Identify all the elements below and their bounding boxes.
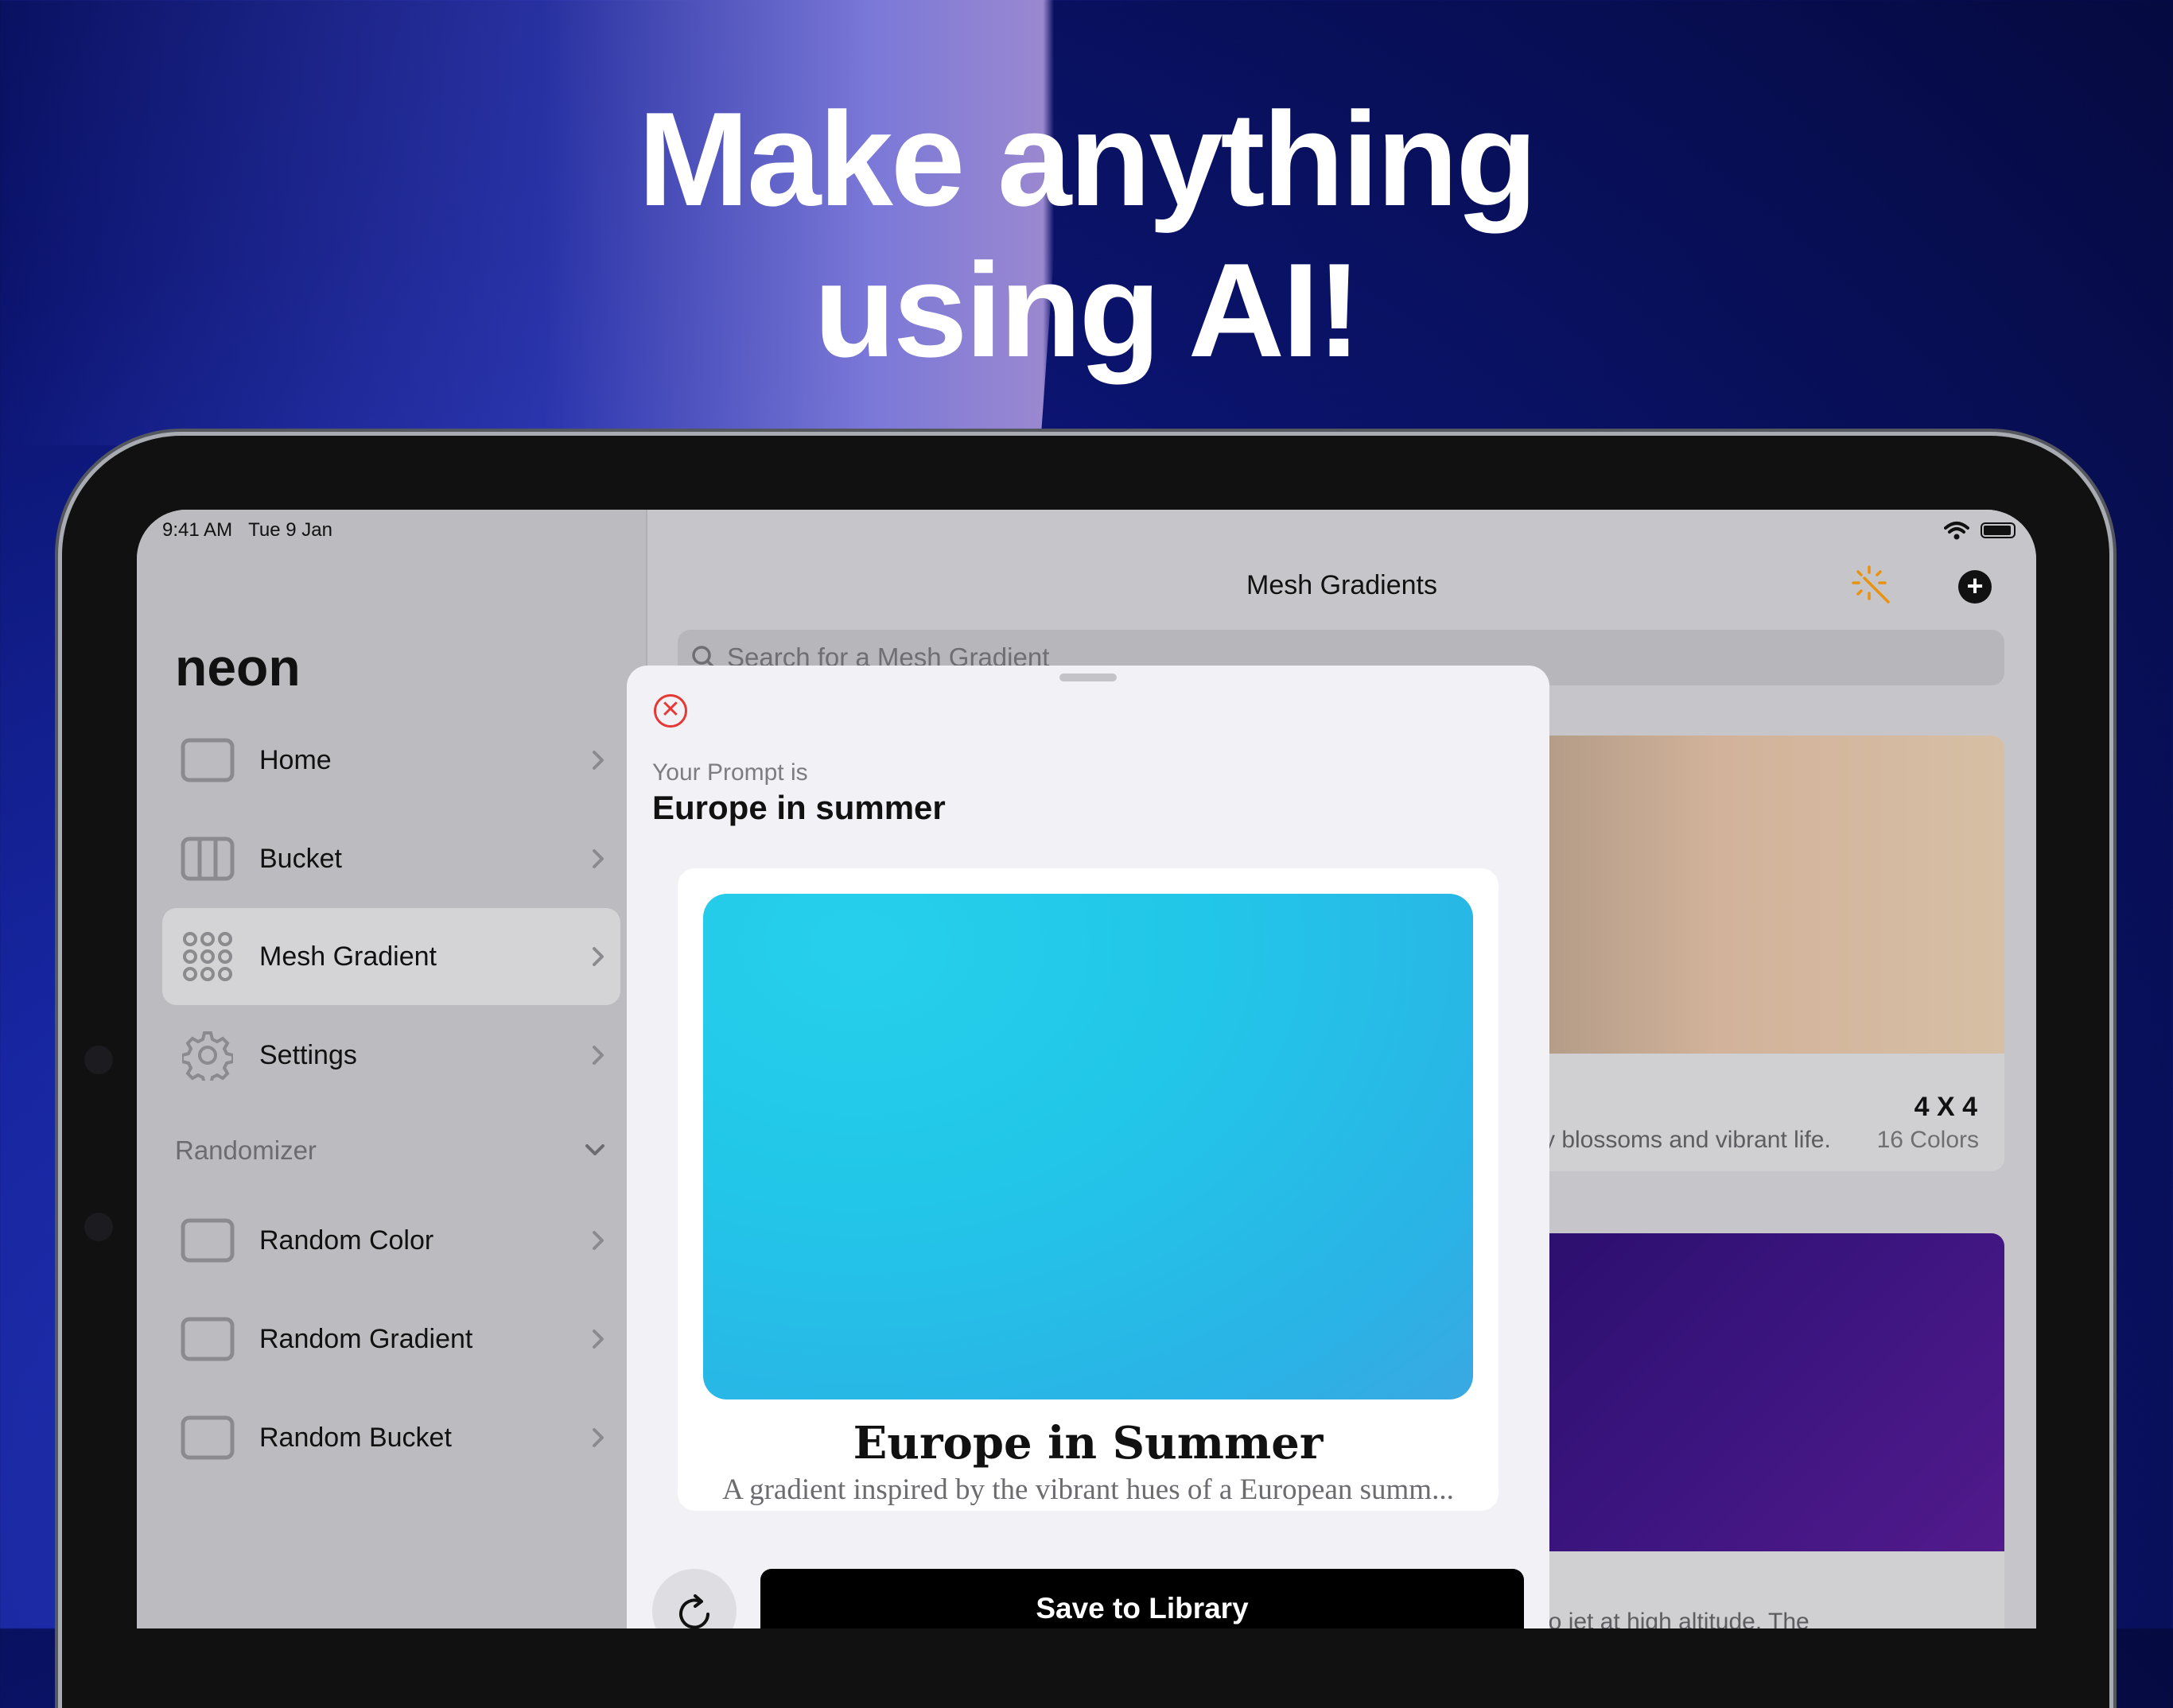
sidebar-item-label: Random Bucket [259, 1422, 452, 1453]
sidebar-item-mesh-gradient[interactable]: Mesh Gradient [162, 908, 620, 1005]
chevron-right-icon [593, 1330, 604, 1349]
camera-dot [84, 1046, 113, 1074]
sidebar-item-label: Bucket [259, 843, 342, 874]
close-button[interactable]: ✕ [654, 694, 687, 728]
gradient-card-preview [1527, 1233, 2004, 1551]
headline-line-2: using AI! [814, 235, 1361, 385]
square-icon [180, 1218, 235, 1263]
ai-result-sheet: ✕ Your Prompt is Europe in summer Europe… [627, 666, 1549, 1628]
dot-grid-icon [180, 932, 235, 981]
sidebar-item-label: Settings [259, 1039, 357, 1070]
page-title: Mesh Gradients [1246, 570, 1437, 600]
status-clock: 9:41 AM [162, 519, 233, 541]
sheet-grabber[interactable] [1059, 673, 1117, 681]
card-grid-size: 4 X 4 [1914, 1092, 1977, 1122]
chevron-right-icon [593, 1428, 604, 1447]
chevron-right-icon [593, 1046, 604, 1065]
gradient-card-preview [1527, 736, 2004, 1054]
status-date: Tue 9 Jan [248, 519, 332, 541]
close-icon: ✕ [660, 697, 681, 723]
chevron-down-icon[interactable] [584, 1142, 606, 1158]
square-icon [180, 1415, 235, 1460]
sidebar-item-random-color[interactable]: Random Color [162, 1192, 620, 1289]
sidebar-item-bucket[interactable]: Bucket [162, 810, 620, 907]
add-button[interactable]: + [1958, 570, 1992, 604]
section-title-randomizer[interactable]: Randomizer [175, 1135, 317, 1166]
card-description: rry blossoms and vibrant life. [1527, 1127, 1831, 1153]
chevron-right-icon [593, 947, 604, 966]
sidebar-item-label: Mesh Gradient [259, 941, 437, 972]
sidebar-item-label: Random Color [259, 1225, 434, 1256]
sidebar: 9:41 AM Tue 9 Jan neon Home Bucket Mesh … [137, 510, 647, 1628]
status-time: 9:41 AM Tue 9 Jan [162, 519, 332, 542]
sidebar-item-label: Home [259, 744, 332, 775]
headline-line-1: Make anything [638, 84, 1537, 234]
gradient-title: Europe in Summer [853, 1417, 1324, 1469]
gear-icon [180, 1031, 235, 1081]
wifi-icon [1944, 522, 1969, 540]
gradient-preview-card: Europe in Summer A gradient inspired by … [678, 868, 1499, 1511]
columns-icon [180, 837, 235, 881]
headline: Make anything using AI! [0, 83, 2173, 386]
square-icon [180, 738, 235, 782]
sidebar-item-settings[interactable]: Settings [162, 1007, 620, 1104]
sidebar-item-random-bucket[interactable]: Random Bucket [162, 1389, 620, 1486]
prompt-label: Your Prompt is [652, 759, 808, 786]
chevron-right-icon [593, 751, 604, 770]
sidebar-item-label: Random Gradient [259, 1323, 473, 1354]
save-to-library-button[interactable]: Save to Library [760, 1569, 1524, 1628]
gradient-card[interactable]: 4 X 4 rry blossoms and vibrant life. 16 … [1527, 736, 2004, 1171]
gradient-card[interactable]: rdo jet at high altitude. The [1527, 1233, 2004, 1628]
chevron-right-icon [593, 1231, 604, 1250]
sidebar-item-home[interactable]: Home [162, 712, 620, 809]
ipad-screen: 9:41 AM Tue 9 Jan neon Home Bucket Mesh … [137, 510, 2036, 1628]
camera-dot [84, 1213, 113, 1241]
gradient-preview-image [703, 894, 1473, 1399]
status-icons [1944, 521, 2016, 540]
chevron-right-icon [593, 849, 604, 868]
refresh-icon [679, 1594, 709, 1628]
card-color-count: 16 Colors [1876, 1127, 1979, 1153]
card-description: rdo jet at high altitude. The [1527, 1609, 1810, 1628]
regenerate-button[interactable] [652, 1569, 737, 1628]
square-icon [180, 1317, 235, 1361]
gradient-description: A gradient inspired by the vibrant hues … [722, 1473, 1454, 1506]
sidebar-item-random-gradient[interactable]: Random Gradient [162, 1291, 620, 1388]
app-title: neon [175, 638, 301, 697]
prompt-value: Europe in summer [652, 789, 946, 826]
battery-icon [1981, 522, 2016, 538]
magic-wand-icon[interactable] [1852, 565, 1891, 605]
